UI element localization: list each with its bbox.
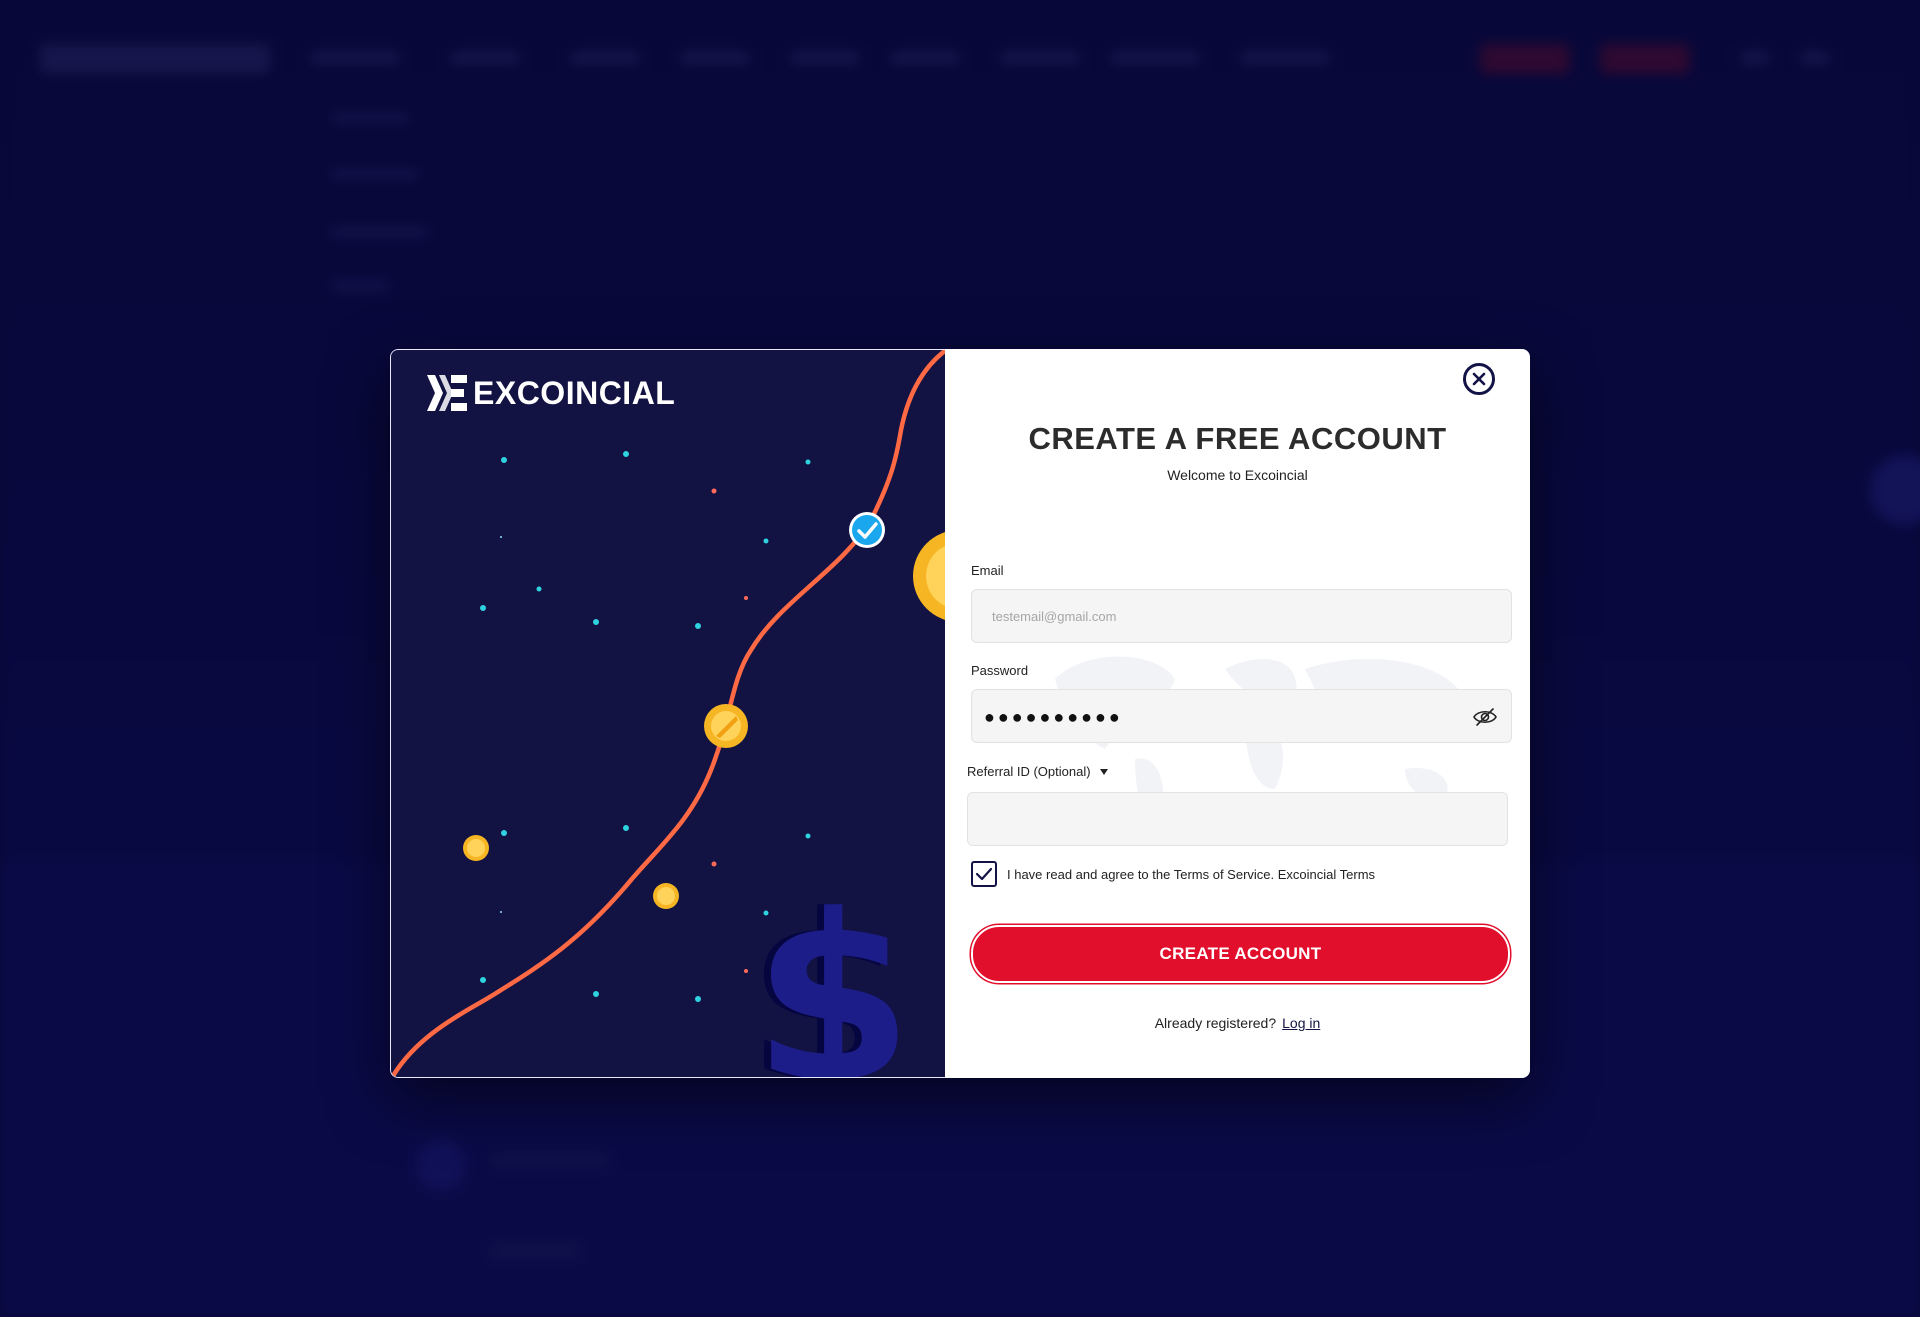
toggle-password-visibility-button[interactable] — [1473, 706, 1497, 728]
coin-icon — [704, 704, 748, 748]
email-label: Email — [971, 563, 1004, 578]
modal-title: CREATE A FREE ACCOUNT — [1028, 421, 1447, 456]
terms-row: I have read and agree to the Terms of Se… — [971, 861, 1375, 887]
email-input[interactable] — [972, 590, 1511, 642]
create-account-button[interactable]: CREATE ACCOUNT — [971, 925, 1510, 983]
check-badge-icon — [849, 512, 885, 548]
referral-toggle[interactable]: Referral ID (Optional) — [967, 764, 1109, 779]
login-prompt-row: Already registered? Log in — [945, 1015, 1530, 1031]
dollar-sign-icon: $ — [753, 867, 913, 1078]
eye-slash-icon — [1473, 708, 1497, 726]
coin-icon — [463, 835, 489, 861]
email-field[interactable] — [971, 589, 1512, 643]
password-field[interactable]: ●●●●●●●●●● — [971, 689, 1512, 743]
illustration-panel: EXCOINCIAL $ $ — [390, 349, 945, 1078]
password-label: Password — [971, 663, 1029, 678]
modal-subtitle: Welcome to Excoincial — [1167, 467, 1308, 483]
coin-icon — [653, 883, 679, 909]
terms-text: I have read and agree to the Terms of Se… — [1007, 866, 1376, 882]
signup-modal: EXCOINCIAL $ $ CREATE A FREE ACCOUNT Wel… — [390, 349, 1530, 1078]
growth-chart-illustration: $ $ — [391, 350, 945, 1078]
close-button[interactable] — [1463, 363, 1495, 395]
referral-input[interactable] — [968, 793, 1507, 845]
close-icon — [1472, 372, 1486, 386]
password-masked-value[interactable]: ●●●●●●●●●● — [984, 705, 1123, 729]
login-prompt: Already registered? — [1154, 1015, 1277, 1031]
large-coin-icon — [913, 532, 945, 620]
login-link[interactable]: Log in — [1282, 1015, 1320, 1031]
referral-field[interactable] — [967, 792, 1508, 846]
signup-form-panel: CREATE A FREE ACCOUNT Welcome to Excoinc… — [945, 349, 1530, 1078]
referral-label: Referral ID (Optional) — [967, 764, 1091, 779]
checkmark-icon — [975, 867, 993, 881]
caret-down-icon — [1099, 768, 1108, 775]
tiny-dots — [500, 536, 502, 913]
terms-checkbox[interactable] — [971, 861, 997, 887]
